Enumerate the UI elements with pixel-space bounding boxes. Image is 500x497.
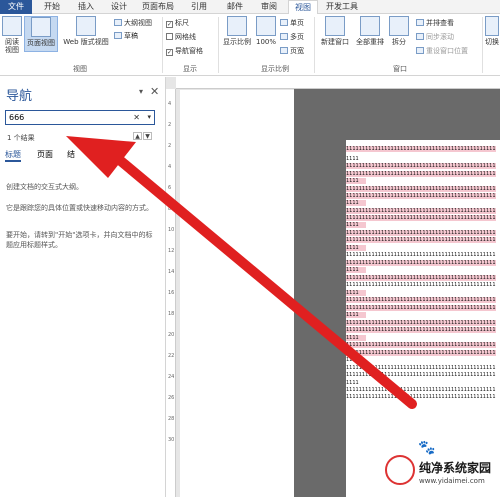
red-arrow-annotation <box>66 136 417 409</box>
word-window: 文件 开始 插入 设计 页面布局 引用 邮件 审阅 视图 开发工具 阅读视图 页… <box>0 0 500 497</box>
watermark: 纯净系统家园 www.yidaimei.com <box>385 455 500 497</box>
paw-icon: 🐾 <box>418 440 436 456</box>
watermark-title: 纯净系统家园 <box>419 461 492 475</box>
watermark-url: www.yidaimei.com <box>419 477 485 485</box>
logo-icon <box>385 455 415 485</box>
arrow-head <box>66 136 136 178</box>
arrow-shaft <box>105 147 417 409</box>
